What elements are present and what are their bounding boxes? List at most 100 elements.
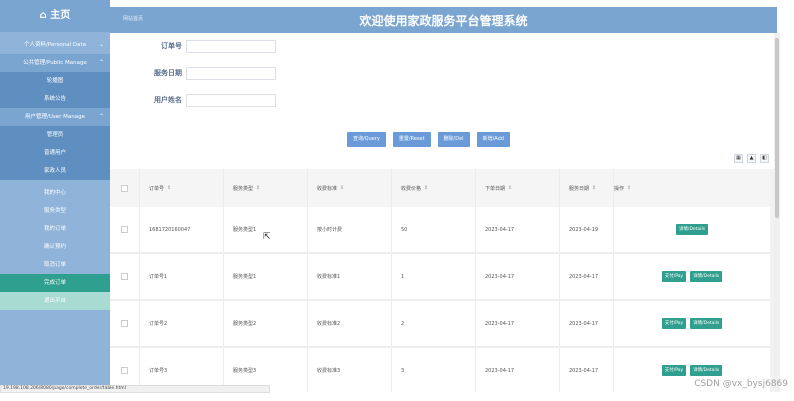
- sort-icon[interactable]: ⇕: [167, 185, 171, 191]
- status-url: 19.198.108.206/8080/page/complete_order/…: [0, 385, 270, 393]
- row-checkbox[interactable]: [121, 226, 128, 233]
- table-cell: 订单号1: [140, 254, 224, 299]
- col-price[interactable]: 收费价格 ⇕: [392, 169, 476, 207]
- sidebar-item-label: 取消订单: [43, 262, 66, 268]
- details-button[interactable]: 详情/Details: [690, 365, 723, 376]
- sidebar-item[interactable]: 普通用户: [0, 144, 110, 162]
- sort-icon[interactable]: ⇕: [340, 185, 344, 191]
- sort-icon[interactable]: ⇕: [592, 185, 596, 191]
- pay-button[interactable]: 支付/Pay: [661, 271, 687, 282]
- col-order-no[interactable]: 订单号 ⇕: [140, 169, 224, 207]
- sidebar-item[interactable]: 公共管理/Public Manage ⌃: [0, 54, 110, 72]
- sidebar-item-label: 普通用户: [43, 150, 66, 156]
- sidebar-item[interactable]: 家政人员: [0, 162, 110, 180]
- table-cell: 订单号2: [140, 301, 224, 346]
- sidebar-item[interactable]: 我的中心: [0, 184, 110, 202]
- col-service-date[interactable]: 服务日期 ⇕: [560, 169, 614, 207]
- details-button[interactable]: 详情/Details: [675, 224, 709, 235]
- table-cell: 2023-04-17: [476, 301, 560, 346]
- sidebar-item[interactable]: 退出平台: [0, 292, 110, 310]
- sidebar-item-label: 个人资料/Personal Data: [23, 42, 87, 48]
- sort-icon[interactable]: ⇕: [424, 185, 428, 191]
- service-date-input[interactable]: [186, 66, 276, 80]
- sidebar-item-label: 家政人员: [43, 168, 66, 174]
- table-cell: 2023-04-19: [560, 207, 614, 252]
- table-cell: 服务类型1: [224, 254, 308, 299]
- export-icon[interactable]: ◧: [760, 154, 769, 163]
- sidebar-item-label: 我的订单: [43, 226, 66, 232]
- table-row[interactable]: 1681720160047 服务类型1 按小时计费 50 2023-04-17 2023-…: [110, 207, 770, 254]
- sort-icon[interactable]: ⇕: [627, 185, 631, 191]
- sidebar-item-label: 系统公告: [43, 96, 66, 102]
- details-button[interactable]: 详情/Details: [690, 271, 723, 282]
- table-tools: ▦ ▲ ◧: [734, 154, 769, 163]
- sidebar-item[interactable]: 取消订单: [0, 256, 110, 274]
- details-button[interactable]: 详情/Details: [690, 318, 723, 329]
- chevron-down-icon: ⌄: [98, 41, 104, 48]
- table-cell: 50: [392, 207, 476, 252]
- sidebar-item[interactable]: 完成订单: [0, 274, 110, 292]
- table-body: 1681720160047 服务类型1 按小时计费 50 2023-04-17 2023-…: [110, 207, 770, 392]
- order-no-label: 订单号: [161, 42, 182, 50]
- sidebar-item[interactable]: 系统公告: [0, 90, 110, 108]
- table-cell: 收费标准1: [308, 254, 392, 299]
- col-actions: 操作 ⇕: [614, 169, 770, 207]
- table-cell: 2023-04-17: [476, 207, 560, 252]
- order-no-input[interactable]: [186, 39, 276, 53]
- page-title: 欢迎使用家政服务平台管理系统: [359, 14, 528, 28]
- sort-icon[interactable]: ⇕: [508, 185, 512, 191]
- order-no-row: 订单号: [128, 38, 276, 54]
- table-cell: 1: [392, 254, 476, 299]
- table-cell: 收费标准3: [308, 348, 392, 392]
- chevron-up-icon: ⌃: [98, 113, 104, 120]
- page-scrollbar[interactable]: [774, 33, 780, 392]
- sidebar: ⌂ 主页 个人资料/Personal Data ⌄ 公共管理/Public Mana…: [0, 0, 110, 392]
- user-name-input[interactable]: [186, 93, 276, 107]
- sidebar-menu: 个人资料/Personal Data ⌄ 公共管理/Public Manage ⌃ 轮播…: [0, 36, 110, 310]
- row-checkbox[interactable]: [121, 320, 128, 327]
- table-cell: 2023-04-17: [560, 254, 614, 299]
- reset-button[interactable]: 重置/Reset: [392, 132, 431, 147]
- sidebar-item[interactable]: 用户管理/User Manage ⌃: [0, 108, 110, 126]
- sidebar-item[interactable]: 管理员: [0, 126, 110, 144]
- sidebar-item-label: 管理员: [46, 132, 64, 138]
- sidebar-item[interactable]: 服务类型: [0, 202, 110, 220]
- table-row[interactable]: 订单号2 服务类型2 收费标准2 2 2023-04-17 2023-04-17 支付/Pa…: [110, 301, 770, 348]
- table-cell: 1681720160047: [140, 207, 224, 252]
- sidebar-item[interactable]: 我的订单: [0, 220, 110, 238]
- query-button[interactable]: 查询/Query: [347, 132, 386, 147]
- table-row[interactable]: 订单号1 服务类型1 收费标准1 1 2023-04-17 2023-04-17 支付/Pa…: [110, 254, 770, 301]
- chevron-up-icon: ⌃: [98, 59, 104, 66]
- pay-button[interactable]: 支付/Pay: [661, 365, 687, 376]
- sort-icon[interactable]: ⇕: [256, 185, 260, 191]
- table-cell: 服务类型1: [224, 207, 308, 252]
- row-checkbox[interactable]: [121, 273, 128, 280]
- col-order-date[interactable]: 下单日期 ⇕: [476, 169, 560, 207]
- home-link[interactable]: ⌂ 主页: [0, 0, 110, 32]
- sidebar-item-label: 轮播图: [46, 78, 64, 84]
- user-name-row: 用户姓名: [128, 92, 276, 108]
- table-cell: 2023-04-17: [560, 301, 614, 346]
- grid-icon[interactable]: ▦: [734, 154, 743, 163]
- pay-button[interactable]: 支付/Pay: [661, 318, 687, 329]
- print-icon[interactable]: ▲: [747, 154, 756, 163]
- add-button[interactable]: 新增/Add: [476, 132, 510, 147]
- data-table: 订单号 ⇕ 服务类型 ⇕ 收费标准 ⇕ 收费价格 ⇕ 下单日期 ⇕ 服务日期 ⇕ 操作 ⇕ 1…: [110, 169, 777, 392]
- table-cell: 按小时计费: [308, 207, 392, 252]
- row-checkbox[interactable]: [121, 367, 128, 374]
- sidebar-item[interactable]: 确认预约: [0, 238, 110, 256]
- select-all-checkbox[interactable]: [121, 184, 128, 192]
- sidebar-item[interactable]: 个人资料/Personal Data ⌄: [0, 36, 110, 54]
- scroll-thumb[interactable]: [775, 38, 779, 218]
- table-cell: 2: [392, 301, 476, 346]
- delete-button[interactable]: 删除/Del: [437, 132, 470, 147]
- col-fee-std[interactable]: 收费标准 ⇕: [308, 169, 392, 207]
- main-content: 订单号 服务日期 用户姓名 查询/Query 重置/Reset 删除/Del 新…: [110, 33, 777, 392]
- table-header: 订单号 ⇕ 服务类型 ⇕ 收费标准 ⇕ 收费价格 ⇕ 下单日期 ⇕ 服务日期 ⇕ 操作 ⇕: [110, 169, 770, 207]
- sidebar-item[interactable]: 轮播图: [0, 72, 110, 90]
- table-cell: 2023-04-17: [560, 348, 614, 392]
- col-service-type[interactable]: 服务类型 ⇕: [224, 169, 308, 207]
- sidebar-item-label: 服务类型: [43, 208, 66, 214]
- sidebar-item-label: 用户管理/User Manage: [25, 114, 85, 120]
- service-date-row: 服务日期: [128, 65, 276, 81]
